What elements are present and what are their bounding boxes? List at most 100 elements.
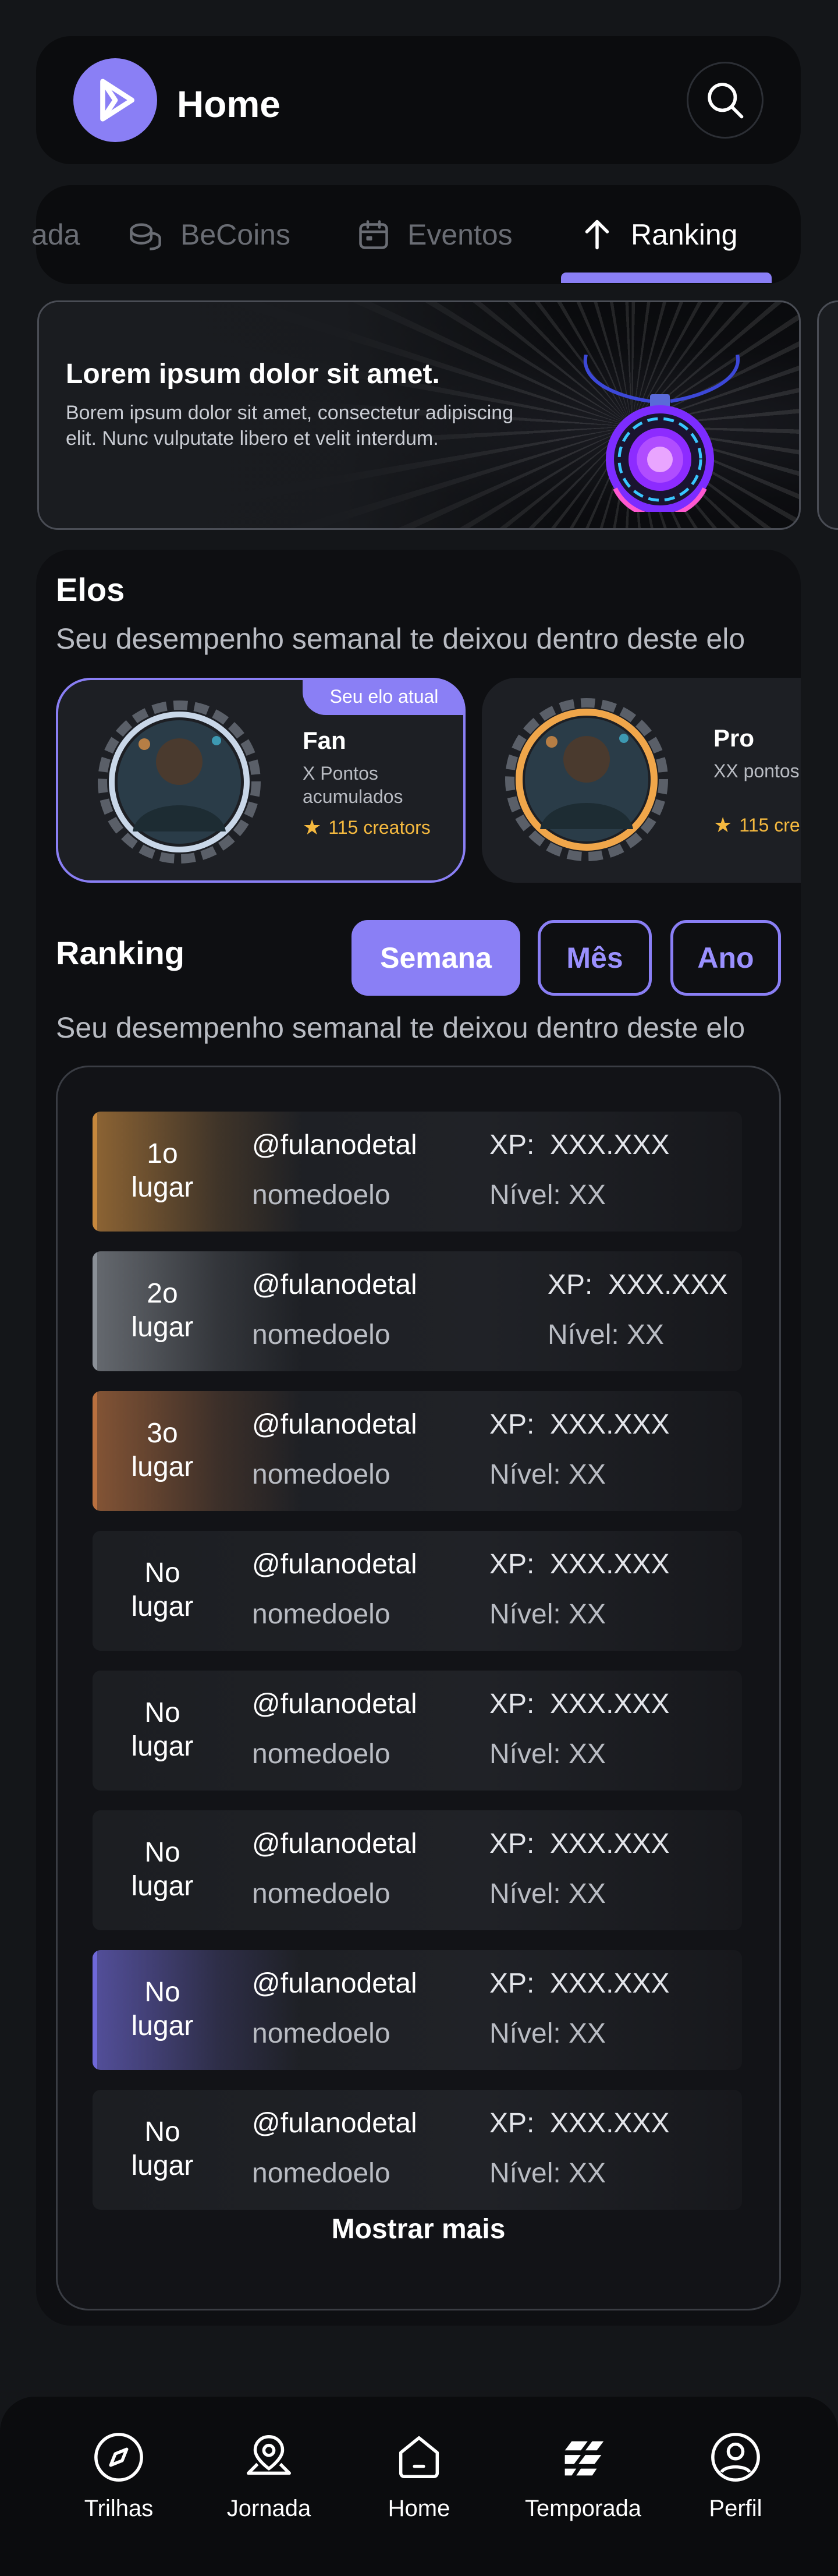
elos-subtitle: Seu desempenho semanal te deixou dentro … — [56, 622, 745, 655]
ranking-row[interactable]: 2o lugar @fulanodetal nomedoelo XP: XXX.XXX N… — [93, 1251, 742, 1371]
elo-name: Pro — [713, 724, 755, 752]
rank-username: @fulanodetal — [252, 1549, 417, 1580]
tab-becoins[interactable]: BeCoins — [127, 214, 290, 255]
ranking-row[interactable]: No lugar @fulanodetal nomedoelo XP: XXX.XXX N… — [93, 1950, 742, 2070]
elo-name: Fan — [303, 727, 346, 754]
ranking-row[interactable]: No lugar @fulanodetal nomedoelo XP: XXX.XXX N… — [93, 1671, 742, 1791]
app-logo[interactable] — [73, 58, 157, 142]
rank-username: @fulanodetal — [252, 1269, 417, 1300]
rank-position-label: lugar — [131, 2150, 194, 2181]
ranking-row[interactable]: 1o lugar @fulanodetal nomedoelo XP: XXX.XXX N… — [93, 1112, 742, 1232]
rank-position-label: lugar — [131, 2011, 194, 2041]
tab-jornada[interactable]: ada — [31, 214, 80, 255]
rank-position-label: lugar — [131, 1731, 194, 1762]
search-button[interactable] — [687, 62, 764, 139]
rank-xp: XP: XXX.XXX — [489, 1549, 670, 1580]
rank-position-label: lugar — [131, 1172, 194, 1203]
rank-level: Nível: XX — [489, 1180, 606, 1211]
nav-label: Temporada — [524, 2496, 642, 2521]
filter-ano-button[interactable]: Ano — [670, 920, 781, 996]
ranking-row[interactable]: No lugar @fulanodetal nomedoelo XP: XXX.XXX N… — [93, 2090, 742, 2210]
map-pin-icon — [241, 2429, 297, 2485]
rank-elo-name: nomedoelo — [252, 1739, 390, 1770]
rank-position-number: No — [144, 1697, 180, 1728]
rank-username: @fulanodetal — [252, 1689, 417, 1719]
rank-username: @fulanodetal — [252, 1828, 417, 1859]
rank-level: Nível: XX — [489, 2158, 606, 2189]
rank-username: @fulanodetal — [252, 1130, 417, 1160]
nav-perfil[interactable]: Perfil — [666, 2429, 805, 2522]
nav-home[interactable]: Home — [349, 2429, 489, 2522]
rank-level: Nível: XX — [489, 1459, 606, 1490]
tab-label: Eventos — [407, 218, 513, 251]
tab-bar: ada BeCoins Eventos Ranking — [0, 185, 801, 284]
nav-label: Perfil — [709, 2496, 762, 2521]
rank-level: Nível: XX — [489, 2018, 606, 2049]
nav-temporada[interactable]: Temporada — [513, 2429, 653, 2522]
rank-xp: XP: XXX.XXX — [489, 2108, 670, 2139]
rank-position-number: 1o — [147, 1138, 178, 1169]
ranking-list: Mostrar mais 1o lugar @fulanodetal nomedoel… — [56, 1066, 781, 2310]
season-icon — [555, 2429, 611, 2485]
elo-creators-count: 115 creators — [739, 814, 801, 836]
rank-elo-name: nomedoelo — [252, 1459, 390, 1490]
ranking-title: Ranking — [56, 935, 184, 971]
nav-label: Trilhas — [84, 2496, 154, 2521]
rank-position: No lugar — [93, 1836, 232, 1903]
nav-label: Jornada — [226, 2496, 311, 2521]
filter-semana-button[interactable]: Semana — [351, 920, 520, 996]
rank-elo-name: nomedoelo — [252, 1319, 390, 1350]
rank-position-number: No — [144, 1558, 180, 1588]
banner-text: Borem ipsum dolor sit amet, consectetur … — [66, 402, 514, 450]
nav-label: Home — [388, 2496, 450, 2521]
elo-frame-avatar — [505, 698, 668, 861]
main-content: Elos Seu desempenho semanal te deixou de… — [36, 550, 801, 2326]
tab-ranking[interactable]: Ranking — [580, 214, 737, 255]
rank-position-number: No — [144, 1837, 180, 1868]
next-banner-peek[interactable] — [817, 300, 838, 530]
rank-position-label: lugar — [131, 1452, 194, 1482]
rank-xp: XP: XXX.XXX — [489, 1409, 670, 1440]
promo-banner[interactable]: Lorem ipsum dolor sit amet. Borem ipsum … — [37, 300, 801, 530]
rank-xp: XP: XXX.XXX — [489, 1689, 670, 1719]
amulet-illustration — [583, 355, 740, 512]
rank-position-number: 2o — [147, 1278, 178, 1309]
rank-position: No lugar — [93, 1696, 232, 1764]
rank-username: @fulanodetal — [252, 1968, 417, 1999]
rank-elo-name: nomedoelo — [252, 1180, 390, 1211]
tab-label: Ranking — [631, 218, 738, 251]
user-icon — [708, 2429, 764, 2485]
elo-creators: ★ 115 creators — [303, 815, 431, 840]
calendar-icon — [356, 217, 391, 252]
ranking-row[interactable]: No lugar @fulanodetal nomedoelo XP: XXX.XXX N… — [93, 1810, 742, 1930]
elo-card-pro[interactable]: Pro XX pontos necessários ★ 115 creators — [482, 678, 801, 883]
elo-creators-count: 115 creators — [328, 816, 431, 838]
filter-mes-button[interactable]: Mês — [538, 920, 652, 996]
rank-xp: XP: XXX.XXX — [489, 1130, 670, 1160]
nav-jornada[interactable]: Jornada — [199, 2429, 339, 2522]
tab-eventos[interactable]: Eventos — [356, 214, 513, 255]
ranking-row[interactable]: No lugar @fulanodetal nomedoelo XP: XXX.XXX N… — [93, 1531, 742, 1651]
rank-position: 1o lugar — [93, 1137, 232, 1205]
rank-position: 2o lugar — [93, 1277, 232, 1344]
elo-frame-avatar — [98, 700, 261, 864]
elos-carousel: Seu elo atual Fan X Pontos acumulados ★ … — [56, 678, 801, 885]
nav-trilhas[interactable]: Trilhas — [49, 2429, 189, 2522]
play-logo-icon — [100, 79, 134, 122]
page: Home ada BeCoins Eventos Ranking Lorem i… — [0, 0, 838, 2576]
rank-position: No lugar — [93, 2115, 232, 2183]
tab-label: BeCoins — [180, 218, 290, 251]
ranking-row[interactable]: 3o lugar @fulanodetal nomedoelo XP: XXX.XXX N… — [93, 1391, 742, 1511]
rank-xp: XP: XXX.XXX — [548, 1269, 728, 1300]
elo-card-current[interactable]: Seu elo atual Fan X Pontos acumulados ★ … — [56, 678, 466, 883]
coins-icon — [127, 218, 164, 251]
rank-username: @fulanodetal — [252, 2108, 417, 2139]
elo-points: X Pontos acumulados — [303, 763, 403, 807]
rank-position-label: lugar — [131, 1312, 194, 1343]
rank-xp: XP: XXX.XXX — [489, 1968, 670, 1999]
elos-title: Elos — [56, 571, 125, 608]
active-tab-indicator — [561, 273, 772, 283]
current-elo-badge: Seu elo atual — [303, 678, 466, 715]
rank-elo-name: nomedoelo — [252, 2018, 390, 2049]
show-more-button[interactable]: Mostrar mais — [58, 2213, 779, 2245]
